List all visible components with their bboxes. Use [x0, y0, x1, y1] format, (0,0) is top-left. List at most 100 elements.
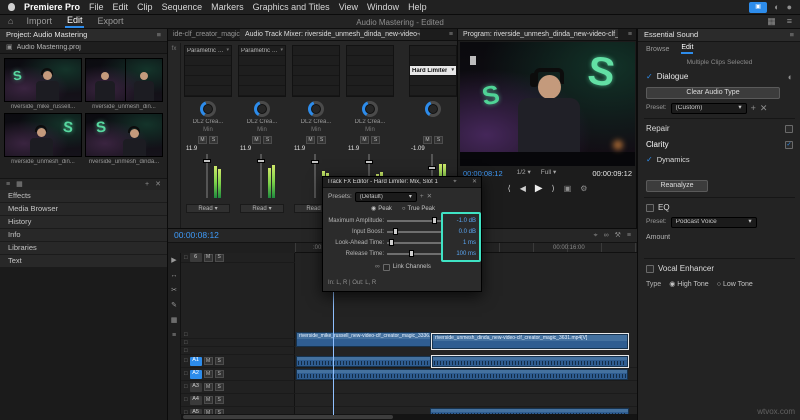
track-header-a1[interactable]: □ A1 M S [181, 355, 295, 368]
mute-button[interactable]: M [203, 370, 213, 378]
timeline-scrollbar[interactable] [181, 414, 637, 420]
track-label[interactable]: A2 [189, 369, 202, 379]
pan-knob[interactable] [425, 101, 441, 117]
solo-button[interactable]: S [371, 136, 380, 144]
solo-button[interactable]: S [434, 136, 443, 144]
send-label[interactable]: DL2 Crea... [247, 119, 278, 127]
mark-out-icon[interactable]: ⟩ [552, 184, 555, 193]
video-clip-unmesh-dinda[interactable]: riverside_unmesh_dinda_new-video-clf_cre… [431, 333, 629, 350]
workspaces-icon[interactable]: ▦ [767, 17, 776, 26]
es-tab-browse[interactable]: Browse [646, 46, 669, 53]
lock-icon[interactable]: □ [184, 255, 188, 261]
effect-slot[interactable] [347, 46, 393, 56]
lock-icon[interactable]: □ [184, 332, 188, 338]
menu-clip[interactable]: Clip [137, 2, 153, 12]
track-header-v3[interactable]: □ [181, 331, 295, 339]
zoom-level-dropdown[interactable]: 1/2 ▾ [517, 170, 531, 177]
radio-low-tone[interactable]: ○ Low Tone [717, 281, 753, 288]
effect-slot-hard-limiter[interactable]: Hard Limiter ▾ [410, 66, 456, 76]
preset-dropdown[interactable]: (Custom) ▾ [670, 103, 747, 114]
lock-icon[interactable]: □ [184, 397, 188, 403]
maximum-amplitude-slider[interactable] [387, 216, 441, 224]
mute-button[interactable]: M [203, 396, 213, 404]
menu-edit[interactable]: Edit [113, 2, 129, 12]
effect-slot[interactable]: Parametric E... ▾ [185, 46, 231, 56]
radio-peak[interactable]: ◉ Peak [371, 206, 392, 212]
delete-preset-icon[interactable]: ✕ [427, 193, 432, 201]
solo-button[interactable]: S [214, 396, 224, 404]
workspace-tab-import[interactable]: Import [24, 16, 54, 27]
vocal-enhancer-checkbox[interactable] [646, 264, 654, 273]
project-clip-2[interactable]: riverside_unmesh_din... [85, 58, 163, 110]
audio-clip-selected[interactable] [431, 355, 629, 368]
send-mode[interactable]: Min [203, 127, 213, 135]
mute-button[interactable]: M [306, 136, 315, 144]
track-header-a4[interactable]: □ A4 M S [181, 394, 295, 407]
solo-button[interactable]: S [263, 136, 272, 144]
tab-program-monitor[interactable]: Program: riverside_unmesh_dinda_new-vide… [458, 29, 618, 40]
radio-high-tone[interactable]: ◉ High Tone [669, 281, 709, 288]
eq-section-label[interactable]: EQ [658, 203, 670, 212]
track-header-v6[interactable]: □ 6 M S [181, 253, 295, 263]
panel-menu-icon[interactable]: ≡ [790, 31, 794, 39]
step-back-icon[interactable]: ◀ [520, 184, 526, 193]
mark-in-icon[interactable]: ⟨ [508, 184, 511, 193]
send-label[interactable]: DL2 Crea... [301, 119, 332, 127]
scrollbar-thumb[interactable] [183, 415, 393, 419]
dynamics-label[interactable]: Dynamics [657, 156, 690, 164]
status-icon[interactable]: ◐ [774, 2, 779, 12]
track-header-v1[interactable]: □ [181, 347, 295, 355]
tab-audio-track-mixer[interactable]: Audio Track Mixer: riverside_unmesh_dind… [240, 29, 420, 40]
lock-icon[interactable]: □ [184, 384, 188, 390]
control-center-icon[interactable]: ● [787, 2, 792, 12]
link-channels-checkbox[interactable] [382, 263, 390, 271]
audio-clip[interactable] [296, 369, 628, 380]
lock-icon[interactable]: □ [184, 340, 188, 346]
home-icon[interactable]: ⌂ [8, 17, 13, 26]
lock-icon[interactable]: □ [184, 348, 188, 354]
clear-audio-type-button[interactable]: Clear Audio Type [646, 86, 780, 99]
project-clip-1[interactable]: S riverside_mike_russell... [4, 58, 82, 110]
mute-button[interactable]: M [198, 136, 207, 144]
solo-button[interactable]: S [317, 136, 326, 144]
pen-tool-icon[interactable]: ✎ [171, 302, 177, 309]
mute-button[interactable]: M [203, 253, 213, 262]
track-select-tool-icon[interactable]: ↔ [171, 272, 178, 279]
menu-help[interactable]: Help [408, 2, 427, 12]
preset-history-icon[interactable]: ◐ [788, 72, 793, 82]
project-bin-row[interactable]: ▣ Audio Mastering.proj [0, 42, 167, 54]
panel-tab-libraries[interactable]: Libraries [0, 242, 167, 254]
effect-slot[interactable]: Parametric E... ▾ [239, 46, 285, 56]
pan-knob[interactable] [362, 101, 378, 117]
playback-resolution-dropdown[interactable]: Full ▾ [541, 170, 557, 177]
tab-timeline-partial[interactable]: ide-clf_creator_magic_3616 [168, 29, 240, 40]
audio-type-dialogue[interactable]: Dialogue [657, 73, 689, 81]
es-tab-edit[interactable]: Edit [681, 44, 694, 54]
vocal-enhancer-label[interactable]: Vocal Enhancer [658, 264, 714, 273]
panel-tab-media-browser[interactable]: Media Browser [0, 203, 167, 215]
panel-tab-text[interactable]: Text [0, 255, 167, 267]
menu-markers[interactable]: Markers [211, 2, 244, 12]
delete-icon[interactable]: ✕ [155, 181, 161, 188]
solo-button[interactable]: S [214, 370, 224, 378]
track-header-a3[interactable]: □ A3 M S [181, 381, 295, 394]
type-tool-icon[interactable]: ≡ [172, 332, 176, 339]
repair-section-label[interactable]: Repair [646, 125, 670, 133]
menu-view[interactable]: View [339, 2, 358, 12]
list-view-icon[interactable]: ≡ [6, 181, 10, 188]
track-header-a2[interactable]: □ A2 M S [181, 368, 295, 381]
volume-fader[interactable] [257, 154, 265, 198]
pan-knob[interactable] [200, 101, 216, 117]
preset-dropdown[interactable]: (Default) ▾ [354, 192, 417, 202]
track-label[interactable]: 6 [189, 253, 202, 262]
track-header-v2[interactable]: □ [181, 339, 295, 347]
look-ahead-time-slider[interactable] [387, 238, 441, 246]
settings-icon[interactable]: ⚙ [580, 184, 587, 193]
send-mode[interactable]: Min [311, 127, 321, 135]
solo-button[interactable]: S [214, 383, 224, 391]
volume-db-value[interactable]: 11.9 [348, 146, 359, 152]
lock-icon[interactable]: □ [184, 358, 188, 364]
solo-button[interactable]: S [209, 136, 218, 144]
eq-preset-dropdown[interactable]: Podcast Voice ▾ [670, 217, 757, 228]
keyframe-icon[interactable]: ⌖ [453, 179, 456, 185]
